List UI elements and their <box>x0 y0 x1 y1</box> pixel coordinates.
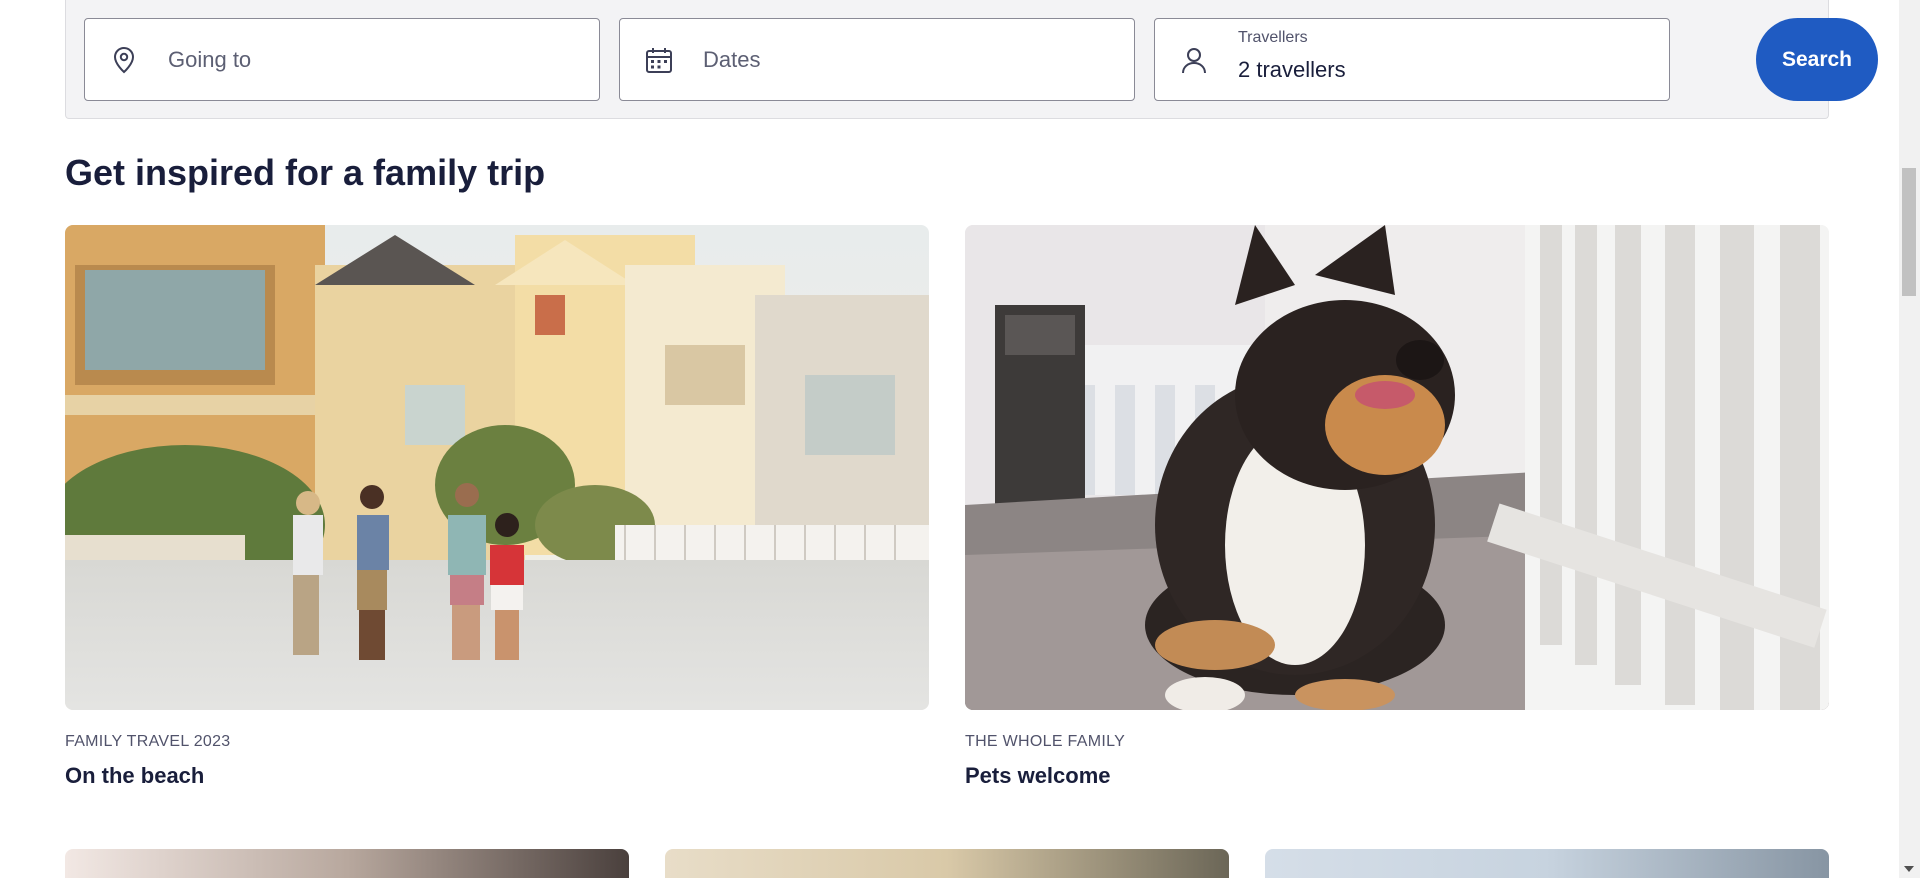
vertical-scrollbar[interactable] <box>1899 0 1920 878</box>
scrollbar-thumb[interactable] <box>1902 168 1916 296</box>
page: Going to Dates Travellers 2 travellers S… <box>0 0 1899 878</box>
next-card-2[interactable] <box>665 849 1229 878</box>
card-eyebrow: THE WHOLE FAMILY <box>965 733 1126 750</box>
search-button[interactable]: Search <box>1756 18 1878 101</box>
going-to-placeholder: Going to <box>168 47 252 72</box>
dates-field[interactable]: Dates <box>619 18 1135 101</box>
card-eyebrow: FAMILY TRAVEL 2023 <box>65 733 231 750</box>
dates-placeholder: Dates <box>703 47 761 72</box>
card-pets-welcome[interactable]: THE WHOLE FAMILY Pets welcome <box>965 225 1829 788</box>
next-card-1[interactable] <box>65 849 629 878</box>
card-title[interactable]: Pets welcome <box>965 763 1111 789</box>
next-card-3[interactable] <box>1265 849 1829 878</box>
travellers-label: Travellers <box>1238 29 1308 46</box>
travellers-field[interactable]: Travellers 2 travellers <box>1154 18 1670 101</box>
section-title: Get inspired for a family trip <box>65 152 546 193</box>
dog-photo <box>965 225 1829 710</box>
travellers-value: 2 travellers <box>1238 57 1346 82</box>
calendar-icon <box>646 48 672 73</box>
card-title[interactable]: On the beach <box>65 763 204 789</box>
beach-photo <box>65 225 929 710</box>
scroll-down-arrow-icon[interactable] <box>1904 866 1914 872</box>
going-to-field[interactable]: Going to <box>84 18 600 101</box>
card-on-the-beach[interactable]: FAMILY TRAVEL 2023 On the beach <box>65 225 929 788</box>
search-form: Going to Dates Travellers 2 travellers S… <box>65 0 1878 119</box>
map-pin-icon <box>113 46 135 74</box>
person-icon <box>1182 48 1206 74</box>
